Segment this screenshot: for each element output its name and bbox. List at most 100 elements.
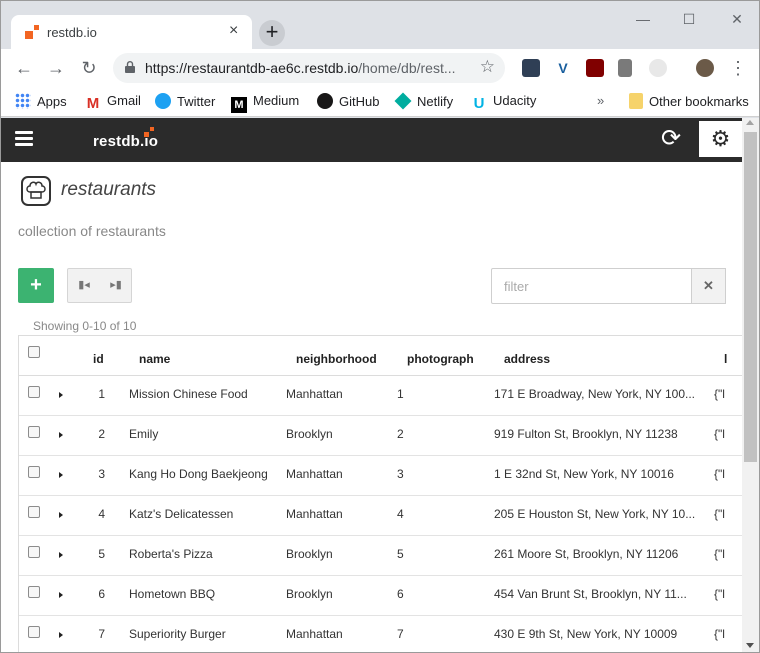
bookmarks-more-icon[interactable]: » <box>597 93 604 111</box>
expand-caret-icon[interactable] <box>59 512 63 518</box>
bookmark-label: Gmail <box>107 93 141 108</box>
select-all-checkbox[interactable] <box>28 346 40 358</box>
cell-name: Mission Chinese Food <box>129 387 248 401</box>
row-checkbox[interactable] <box>28 506 40 518</box>
bookmark-label: GitHub <box>339 94 380 109</box>
cell-address: 261 Moore St, Brooklyn, NY 11206 <box>494 547 679 561</box>
cell-neighborhood: Manhattan <box>286 387 343 401</box>
extension-circle-icon[interactable] <box>649 59 667 77</box>
column-header[interactable]: l <box>724 352 727 366</box>
cell-neighborhood: Brooklyn <box>286 427 333 441</box>
bookmark-apps[interactable]: Apps <box>15 93 67 111</box>
column-header[interactable]: address <box>504 352 550 366</box>
udacity-extension-icon[interactable] <box>522 59 540 77</box>
vimium-extension-icon[interactable]: V <box>554 59 572 77</box>
filter-field[interactable] <box>491 268 692 304</box>
bookmark-twitter[interactable]: Twitter <box>155 93 215 111</box>
collection-title: restaurants <box>61 179 157 200</box>
tab-close-icon[interactable]: × <box>229 23 238 39</box>
bookmark-udacity[interactable]: U Udacity <box>471 93 537 112</box>
medium-icon: M <box>231 97 247 113</box>
cell-address: 171 E Broadway, New York, NY 100... <box>494 387 696 401</box>
refresh-icon[interactable]: ⟳ <box>661 126 681 152</box>
cell-photograph: 2 <box>397 427 404 441</box>
expand-caret-icon[interactable] <box>59 472 63 478</box>
cell-name: Hometown BBQ <box>129 587 216 601</box>
expand-caret-icon[interactable] <box>59 392 63 398</box>
restdb-favicon-icon <box>25 25 39 39</box>
address-bar[interactable]: https://restaurantdb-ae6c.restdb.io/home… <box>113 53 505 83</box>
expand-caret-icon[interactable] <box>59 432 63 438</box>
row-checkbox[interactable] <box>28 426 40 438</box>
cell-name: Superiority Burger <box>129 627 226 641</box>
expand-caret-icon[interactable] <box>59 592 63 598</box>
table-row[interactable]: 2 Emily Brooklyn 2 919 Fulton St, Brooklyn, … <box>19 416 742 456</box>
bookmark-medium[interactable]: M Medium <box>231 93 299 113</box>
column-header[interactable]: neighborhood <box>296 352 377 366</box>
cell-name: Kang Ho Dong Baekjeong <box>129 467 268 481</box>
profile-avatar-icon[interactable] <box>696 59 714 77</box>
table-row[interactable]: 4 Katz's Delicatessen Manhattan 4 205 E Hous… <box>19 496 742 536</box>
table-row[interactable]: 5 Roberta's Pizza Brooklyn 5 261 Moore St, B… <box>19 536 742 576</box>
add-record-button[interactable]: + <box>18 268 54 303</box>
maximize-icon[interactable]: ☐ <box>679 11 699 28</box>
cell-neighborhood: Manhattan <box>286 467 343 481</box>
bookmark-star-icon[interactable]: ☆ <box>480 57 495 77</box>
table-row[interactable]: 3 Kang Ho Dong Baekjeong Manhattan 3 1 E 32n… <box>19 456 742 496</box>
bookmark-github[interactable]: GitHub <box>317 93 379 111</box>
window-close-icon[interactable]: ✕ <box>727 11 747 28</box>
cell-neighborhood: Manhattan <box>286 507 343 521</box>
hamburger-menu-icon[interactable] <box>15 131 33 147</box>
scrollbar-thumb[interactable] <box>744 132 757 462</box>
expand-caret-icon[interactable] <box>59 632 63 638</box>
forward-icon[interactable]: → <box>45 57 67 79</box>
back-icon[interactable]: ← <box>13 57 35 79</box>
ublock-extension-icon[interactable] <box>586 59 604 77</box>
chef-hat-icon <box>21 176 51 206</box>
minimize-icon[interactable]: — <box>633 11 653 27</box>
browser-tab[interactable]: restdb.io × <box>11 15 252 49</box>
table-row[interactable]: 1 Mission Chinese Food Manhattan 1 171 E Bro… <box>19 376 742 416</box>
cell-extra: {"l <box>714 427 725 441</box>
expand-caret-icon[interactable] <box>59 552 63 558</box>
settings-gears-icon[interactable]: ⚙ <box>699 121 742 157</box>
lock-icon <box>125 61 135 73</box>
first-page-icon[interactable]: ▮◂ <box>68 269 100 302</box>
column-header[interactable]: name <box>139 352 170 366</box>
scroll-up-icon[interactable] <box>746 120 754 125</box>
filter-input[interactable] <box>492 269 691 303</box>
row-checkbox[interactable] <box>28 386 40 398</box>
browser-toolbar: ← → ↻ https://restaurantdb-ae6c.restdb.i… <box>1 49 759 87</box>
last-page-icon[interactable]: ▸▮ <box>100 269 132 302</box>
column-header[interactable]: photograph <box>407 352 474 366</box>
table-row[interactable]: 7 Superiority Burger Manhattan 7 430 E 9th S… <box>19 616 742 652</box>
collection-description: collection of restaurants <box>18 223 166 239</box>
cell-id: 2 <box>98 427 105 441</box>
row-checkbox[interactable] <box>28 466 40 478</box>
bookmark-gmail[interactable]: M Gmail <box>85 93 141 112</box>
cell-name: Roberta's Pizza <box>129 547 213 561</box>
row-checkbox[interactable] <box>28 546 40 558</box>
records-table: id name neighborhood photograph address … <box>18 335 742 652</box>
row-checkbox[interactable] <box>28 626 40 638</box>
udacity-icon: U <box>473 95 485 112</box>
extension-icon[interactable] <box>618 59 632 77</box>
bookmark-other[interactable]: Other bookmarks <box>629 93 749 111</box>
row-checkbox[interactable] <box>28 586 40 598</box>
cell-address: 919 Fulton St, Brooklyn, NY 11238 <box>494 427 678 441</box>
table-header: id name neighborhood photograph address … <box>19 336 742 376</box>
bookmark-netlify[interactable]: Netlify <box>394 92 453 111</box>
pager: ▮◂ ▸▮ <box>67 268 132 303</box>
page-scrollbar[interactable] <box>742 118 759 652</box>
reload-icon[interactable]: ↻ <box>78 57 100 79</box>
clear-filter-button[interactable]: ✕ <box>691 268 726 304</box>
brand-mark-icon <box>144 127 154 137</box>
cell-photograph: 5 <box>397 547 404 561</box>
bookmarks-bar: Apps M Gmail Twitter M Medium GitHub Netli… <box>1 87 759 117</box>
new-tab-button[interactable]: + <box>259 20 285 46</box>
table-row[interactable]: 6 Hometown BBQ Brooklyn 6 454 Van Brunt St, … <box>19 576 742 616</box>
scroll-down-icon[interactable] <box>746 643 754 648</box>
column-header[interactable]: id <box>93 352 104 366</box>
url-host: https://restaurantdb-ae6c.restdb.io <box>145 60 359 76</box>
menu-kebab-icon[interactable]: ⋮ <box>727 57 749 79</box>
